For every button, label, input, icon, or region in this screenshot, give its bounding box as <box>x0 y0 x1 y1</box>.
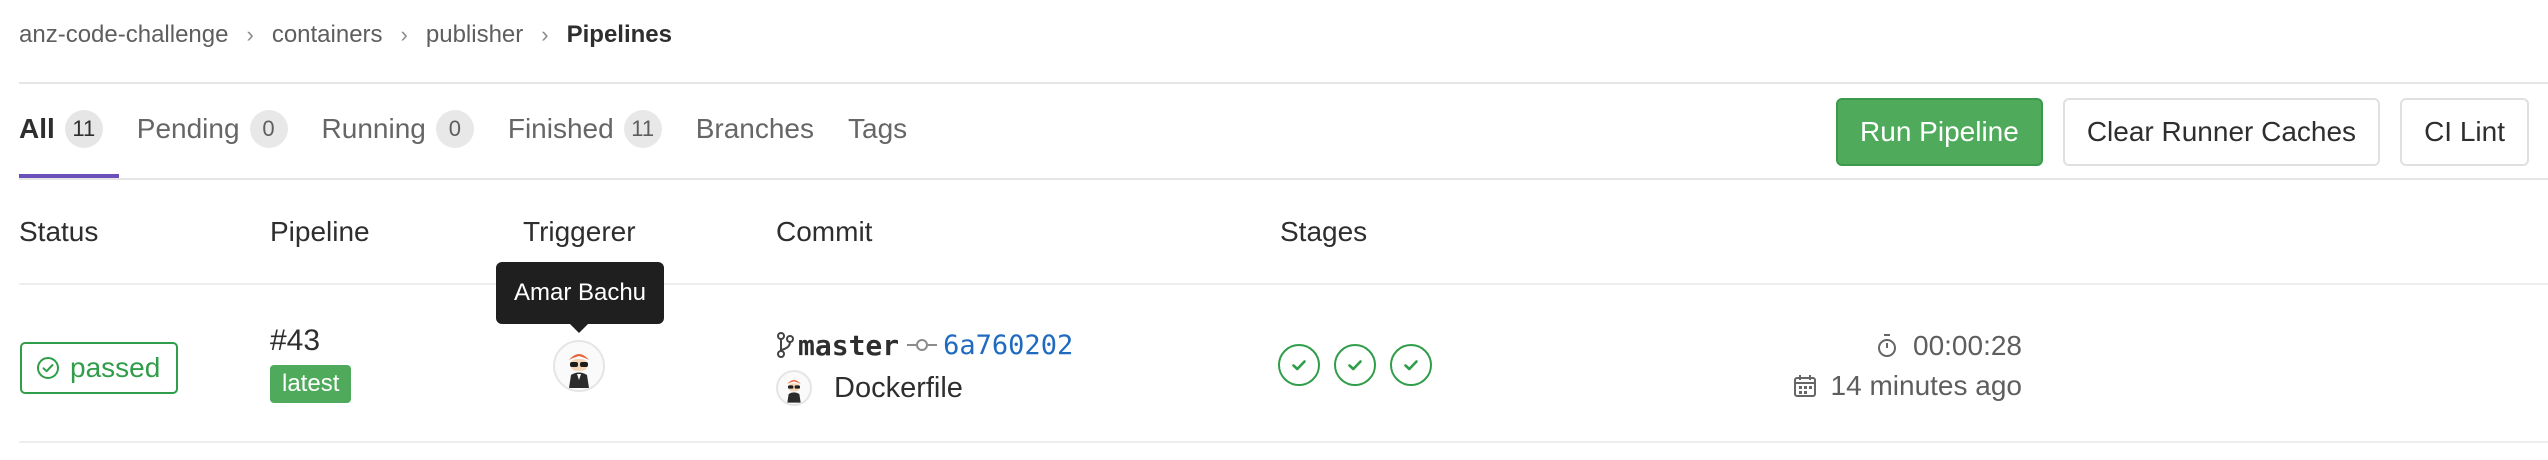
pipeline-actions: Run Pipeline Clear Runner Caches CI Lint <box>1816 98 2529 166</box>
tab-running[interactable]: Running 0 <box>322 100 474 158</box>
chevron-right-icon: › <box>541 22 549 47</box>
branch-name-link[interactable]: master <box>798 329 899 362</box>
pipeline-id-link[interactable]: #43 <box>270 324 320 358</box>
count-badge: 11 <box>64 110 103 148</box>
duration: 00:00:28 <box>1793 326 2022 366</box>
tab-branches[interactable]: Branches <box>696 100 814 158</box>
clear-runner-caches-button[interactable]: Clear Runner Caches <box>2062 98 2381 166</box>
calendar-icon <box>1793 375 1816 397</box>
breadcrumb-current[interactable]: Pipelines <box>567 21 672 49</box>
tab-label: Finished <box>507 113 614 144</box>
tab-label: Branches <box>695 113 814 144</box>
divider <box>19 178 2548 180</box>
tab-label: Tags <box>848 113 908 144</box>
column-header-status: Status <box>19 216 99 247</box>
breadcrumb-group[interactable]: anz-code-challenge <box>19 21 228 49</box>
divider <box>19 283 2548 285</box>
commit-sha-link[interactable]: 6a760202 <box>943 330 1073 361</box>
chevron-right-icon: › <box>400 22 408 47</box>
status-badge[interactable]: passed <box>20 342 179 394</box>
tab-pending[interactable]: Pending 0 <box>137 100 288 158</box>
duration-value: 00:00:28 <box>1913 330 2022 361</box>
count-badge: 0 <box>435 110 474 148</box>
count-badge: 11 <box>623 110 662 148</box>
commit-title-link[interactable]: Dockerfile <box>834 372 963 405</box>
check-icon <box>1348 360 1362 371</box>
latest-badge: latest <box>270 365 352 403</box>
pipeline-timing: 00:00:28 14 minutes ago <box>1793 326 2022 406</box>
finished-value[interactable]: 14 minutes ago <box>1831 370 2022 402</box>
check-icon <box>1404 360 1418 371</box>
avatar[interactable] <box>553 340 605 392</box>
pipeline-scope-tabs: All 11 Pending 0 Running 0 Finished 11 B… <box>19 100 941 178</box>
tab-tags[interactable]: Tags <box>848 100 907 158</box>
tab-all[interactable]: All 11 <box>19 100 119 178</box>
column-header-stages: Stages <box>1280 216 1368 247</box>
tab-label: Pending <box>136 113 240 144</box>
tab-label: Running <box>321 113 426 144</box>
commit-ref: master 6a760202 <box>776 326 1073 364</box>
stage-status-button[interactable] <box>1278 344 1320 386</box>
tab-label: All <box>19 113 55 144</box>
check-icon <box>1292 360 1306 371</box>
timer-icon <box>1878 334 1896 357</box>
commit-icon <box>907 339 938 351</box>
check-circle-icon <box>37 357 59 379</box>
status-label: passed <box>70 352 161 383</box>
column-header-pipeline: Pipeline <box>270 216 370 247</box>
pipeline-stages <box>1278 344 1446 386</box>
avatar[interactable] <box>776 370 812 406</box>
tab-finished[interactable]: Finished 11 <box>508 100 662 158</box>
branch-icon <box>777 332 794 358</box>
ci-lint-button[interactable]: CI Lint <box>2400 98 2529 166</box>
stage-status-button[interactable] <box>1334 344 1376 386</box>
breadcrumb-subgroup[interactable]: containers <box>272 21 383 49</box>
column-header-triggerer: Triggerer <box>523 216 636 247</box>
finished-time: 14 minutes ago <box>1793 366 2022 406</box>
breadcrumb: anz-code-challenge › containers › publis… <box>19 18 672 52</box>
triggerer-tooltip: Amar Bachu <box>496 262 664 333</box>
count-badge: 0 <box>249 110 288 148</box>
divider <box>19 441 2548 443</box>
run-pipeline-button[interactable]: Run Pipeline <box>1836 98 2043 166</box>
pipelines-page: anz-code-challenge › containers › publis… <box>0 0 2548 460</box>
stage-status-button[interactable] <box>1390 344 1432 386</box>
chevron-right-icon: › <box>246 22 254 47</box>
divider <box>19 82 2548 84</box>
column-header-commit: Commit <box>776 216 873 247</box>
commit-info: Dockerfile <box>776 368 963 408</box>
user-avatar-image <box>787 380 801 403</box>
user-avatar-image <box>569 354 589 388</box>
breadcrumb-project[interactable]: publisher <box>426 21 523 49</box>
